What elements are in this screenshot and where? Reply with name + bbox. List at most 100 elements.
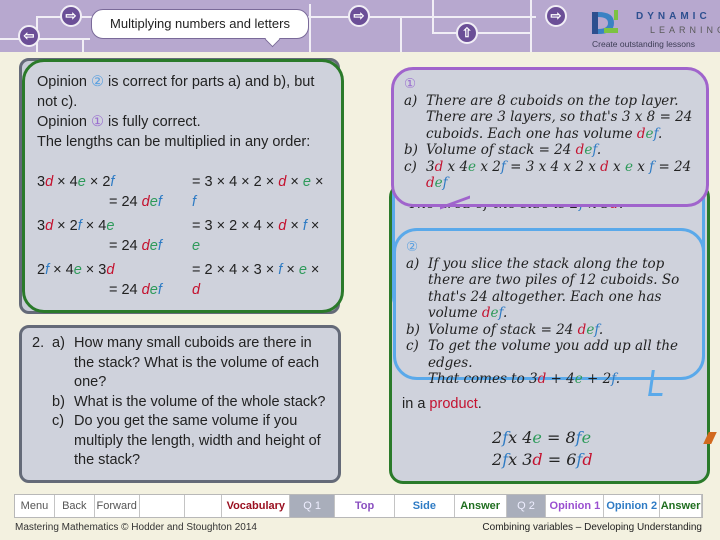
nav-answer-button[interactable]: Answer	[660, 495, 703, 517]
opinion2-marker: ②	[91, 74, 105, 90]
equation-right: = 3 × 4 × 2 × d × e × f	[192, 172, 329, 212]
back-arrow-icon[interactable]: ⇦	[18, 25, 40, 47]
opinion1-verdict: Opinion ① is fully correct.	[37, 112, 329, 132]
question-number: 2.	[32, 335, 45, 351]
text: .	[615, 371, 621, 387]
text: + 4	[546, 371, 575, 387]
nav-opinion-1-button[interactable]: Opinion 1	[546, 495, 605, 517]
text: x	[632, 158, 650, 175]
text: 2	[492, 450, 503, 469]
variable-f: f	[192, 194, 197, 210]
text: x	[608, 158, 625, 175]
nav-forward-button[interactable]: Forward	[95, 495, 140, 517]
opinion2-marker: ②	[406, 239, 419, 255]
product-equation-2: 2fx 3d = 6fd	[492, 450, 593, 469]
equation-row: 3d × 2f × 4e = 3 × 2 × 4 × d × f × e = 24 …	[37, 216, 329, 260]
part-label: c)	[404, 158, 417, 175]
variable-f: f	[157, 194, 162, 210]
vocabulary-term: product	[429, 396, 478, 412]
question-part-b: b) What is the volume of the whole stack…	[32, 393, 328, 413]
part-label: a)	[52, 335, 65, 351]
text: 3	[37, 218, 46, 234]
opinion1-marker: ①	[91, 114, 105, 130]
nav-q-1-button[interactable]: Q 1	[290, 495, 336, 517]
header-bar: ⇦ ⇨ ⇨ ⇧ ⇨ Multiplying numbers and letter…	[0, 0, 720, 52]
nav-back-button[interactable]: Back	[55, 495, 95, 517]
opinion2-part-a: a) If you slice the stack along the top …	[406, 255, 680, 322]
dynamic-learning-logo: DYNAMIC LEARNING Create outstanding less…	[592, 8, 720, 50]
verdict-text: Opinion	[37, 114, 92, 130]
variable-d: d	[434, 158, 444, 175]
nav-top-button[interactable]: Top	[335, 495, 395, 517]
forward-arrow-icon[interactable]: ⇨	[545, 5, 567, 27]
variable-e: e	[468, 158, 477, 175]
nav-blank-button	[140, 495, 185, 517]
text: x 4	[443, 158, 469, 175]
text: 3	[37, 174, 46, 190]
text: ×	[310, 174, 324, 190]
explanation-text: The lengths can be multiplied in any ord…	[37, 134, 311, 150]
opinion1-part-a: a) There are 8 cuboids on the top layer.…	[404, 92, 693, 142]
part-label: a)	[404, 92, 418, 109]
text: ×	[286, 218, 303, 234]
variable-f: f	[157, 282, 162, 298]
header-line	[530, 0, 532, 52]
nav-blank-button	[185, 495, 223, 517]
text: = 8	[541, 428, 576, 447]
nav-q-2-button[interactable]: Q 2	[506, 495, 547, 517]
text: ×	[306, 262, 320, 278]
part-label: b)	[406, 321, 420, 338]
variable-d: d	[45, 174, 54, 190]
answer-panel: Opinion ② is correct for parts a) and b)…	[22, 59, 344, 313]
nav-vocabulary-button[interactable]: Vocabulary	[222, 495, 291, 517]
part-text: Do you get the same volume if you multip…	[74, 413, 321, 468]
product-text: in a product.	[402, 396, 482, 412]
text: x 3	[508, 450, 533, 469]
part-text: Volume of stack = 24	[426, 142, 576, 158]
nav-opinion-2-button[interactable]: Opinion 2	[604, 495, 661, 517]
variable-e: e	[149, 282, 158, 298]
variable-e: e	[149, 194, 158, 210]
text: = 24	[109, 238, 142, 254]
header-line	[432, 32, 532, 34]
nav-menu-button[interactable]: Menu	[15, 495, 55, 517]
text: ×	[286, 174, 303, 190]
part-label: a)	[406, 255, 420, 272]
text: 2	[492, 428, 503, 447]
verdict-text: is fully correct.	[104, 114, 201, 130]
opinion2-verdict: Opinion ② is correct for parts a) and b)…	[37, 72, 329, 112]
variable-e: e	[192, 238, 201, 254]
text: = 24	[654, 158, 692, 175]
equation-result: = 24 def	[109, 192, 162, 212]
variable-e: e	[581, 428, 592, 447]
variable-f: f	[157, 238, 162, 254]
equation-row: 2f × 4e × 3d = 2 × 4 × 3 × f × e × d = 24 …	[37, 260, 329, 304]
variable-d: d	[582, 450, 593, 469]
nav-side-button[interactable]: Side	[395, 495, 455, 517]
nav-answer-button[interactable]: Answer	[455, 495, 507, 517]
up-arrow-icon[interactable]: ⇧	[456, 22, 478, 44]
text: in a	[402, 396, 430, 412]
logo-text: LEARNING	[650, 25, 720, 35]
variable-f: f	[442, 175, 448, 191]
variable-e: e	[532, 428, 542, 447]
text: = 24	[109, 194, 142, 210]
part-text: Volume of stack = 24	[428, 321, 578, 338]
equation-right: = 3 × 2 × 4 × d × f × e	[192, 216, 329, 256]
equation-right: = 2 × 4 × 3 × f × e × d	[192, 260, 329, 300]
variable-e: e	[106, 218, 115, 234]
part-text: That comes to 3d + 4e + 2f.	[428, 371, 620, 387]
header-line	[432, 0, 434, 32]
text: + 2	[582, 371, 612, 387]
opinion2-part-c: c) To get the volume you add up all the …	[406, 338, 692, 388]
equation-left: 3d × 4e × 2f	[37, 172, 114, 192]
equation-left: 3d × 2f × 4e	[37, 216, 114, 236]
logo-tagline: Create outstanding lessons	[592, 39, 696, 49]
variable-d: d	[141, 238, 150, 254]
forward-arrow-icon[interactable]: ⇨	[60, 5, 82, 27]
question2-panel: 2. a) How many small cuboids are there i…	[19, 325, 341, 483]
forward-arrow-icon[interactable]: ⇨	[348, 5, 370, 27]
variable-d: d	[106, 262, 115, 278]
text: × 3	[81, 262, 107, 278]
variable-e: e	[624, 158, 633, 175]
